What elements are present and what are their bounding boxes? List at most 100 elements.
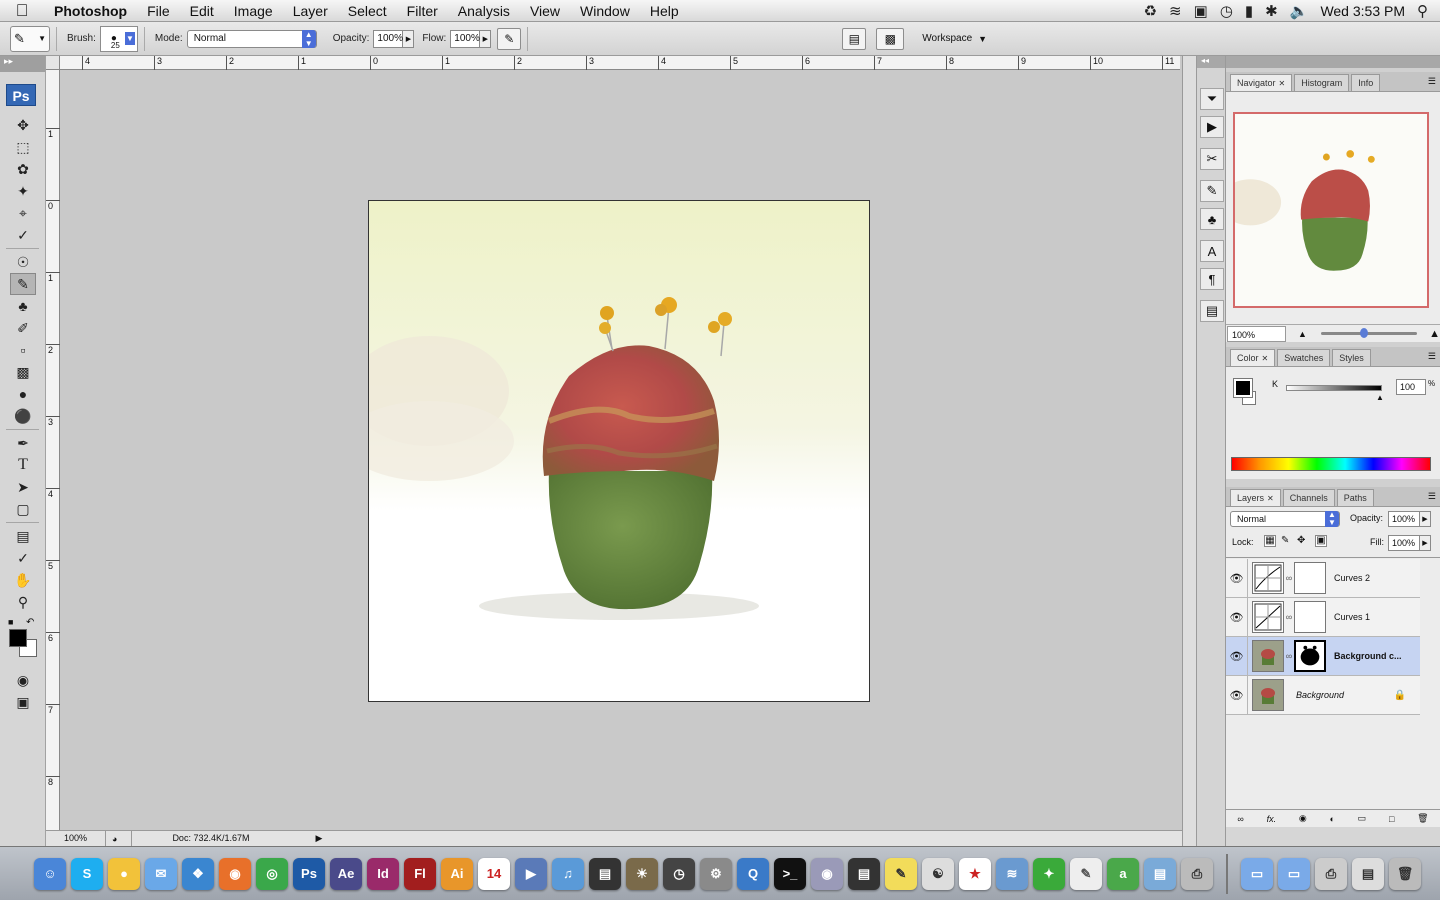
magic-wand-tool-icon[interactable]: ✦ (10, 180, 36, 202)
visibility-eye-icon[interactable]: 👁 (1226, 597, 1248, 637)
illustrator-dock-icon[interactable]: Ai (441, 857, 473, 890)
safari-icon[interactable]: ❖ (182, 857, 214, 890)
zoom-tool-icon[interactable]: ⚲ (10, 591, 36, 613)
ichat-icon[interactable]: ✉ (145, 857, 177, 890)
brush-palette-toggle[interactable]: ▤ (842, 27, 867, 50)
navigator-zoom-input[interactable]: 100% (1227, 325, 1286, 342)
menu-view[interactable]: View (520, 3, 570, 19)
after-effects-dock-icon[interactable]: Ae (330, 857, 362, 890)
history-icon[interactable]: ⏷ (1200, 88, 1224, 110)
layer-mask-thumbnail[interactable] (1294, 562, 1326, 594)
wifi-icon[interactable]: ≋ (1169, 2, 1182, 20)
workspace-menu[interactable]: Workspace ▼ (914, 33, 995, 44)
link-icon[interactable]: ∞ (1284, 612, 1294, 622)
clapper-icon[interactable]: ▤ (848, 857, 880, 890)
mode-select[interactable]: Normal ▲ ▼ (186, 29, 317, 48)
time-machine-icon[interactable]: ◷ (663, 857, 695, 890)
flash-dock-icon[interactable]: Fl (404, 857, 436, 890)
gradient-tool-icon[interactable]: ▩ (10, 361, 36, 383)
blend-mode-select[interactable]: Normal ▲ ▼ (1230, 511, 1340, 527)
cyberduck-icon[interactable]: ☯ (922, 857, 954, 890)
layer-name[interactable]: Background (1296, 690, 1344, 700)
history-brush-tool-icon[interactable]: ✐ (10, 317, 36, 339)
finder-icon[interactable]: ☺ (34, 857, 66, 890)
quicktime-icon[interactable]: Q (737, 857, 769, 890)
tool-preset-picker[interactable]: ✎ ▼ (10, 25, 50, 52)
stickies-icon[interactable]: ✎ (885, 857, 917, 890)
status-arrow-icon[interactable]: ▶ (315, 833, 322, 844)
bridge-button[interactable]: ▩ (876, 27, 905, 50)
script-editor-icon[interactable]: ▤ (1144, 857, 1176, 890)
add-mask-icon[interactable]: ◉ (1299, 813, 1307, 824)
airport-icon[interactable]: ≋ (996, 857, 1028, 890)
menu-window[interactable]: Window (570, 3, 640, 19)
foreground-color-chip[interactable] (1233, 378, 1253, 398)
path-selection-tool-icon[interactable]: ➤ (10, 476, 36, 498)
opacity-slider-button[interactable]: ▶ (403, 29, 415, 48)
strip-grip[interactable]: ◂◂ (1197, 56, 1225, 68)
tab-swatches[interactable]: Swatches (1277, 349, 1331, 366)
skype-icon[interactable]: S (71, 857, 103, 890)
dodge-tool-icon[interactable]: ⚫ (10, 405, 36, 427)
menu-layer[interactable]: Layer (283, 3, 338, 19)
move-tool-icon[interactable]: ✥ (10, 114, 36, 136)
layer-name[interactable]: Curves 2 (1334, 573, 1370, 583)
chrome-icon[interactable]: ◎ (256, 857, 288, 890)
lasso-tool-icon[interactable]: ✿ (10, 158, 36, 180)
menu-help[interactable]: Help (640, 3, 689, 19)
k-channel-input[interactable]: 100 (1396, 379, 1426, 395)
toolbox-grip[interactable]: ▸▸ (0, 56, 45, 72)
lock-pixels-icon[interactable]: ✎ (1281, 535, 1293, 547)
layer-row-background-copy[interactable]: 👁 ∞ Background c... (1226, 636, 1420, 676)
clock[interactable]: Wed 3:53 PM (1320, 3, 1405, 19)
curves-adjustment-thumbnail[interactable] (1252, 601, 1284, 633)
ruler-top[interactable]: 4 3 2 1 0 1 2 3 4 5 6 7 8 9 10 11 (60, 56, 1180, 70)
trash-icon[interactable]: 🗑 (1389, 857, 1421, 890)
menu-edit[interactable]: Edit (180, 3, 224, 19)
layer-row-curves-2[interactable]: 👁 ∞ Curves 2 (1226, 558, 1420, 598)
brushes-icon[interactable]: ✎ (1200, 180, 1224, 202)
pen-tool-icon[interactable]: ✒ (10, 432, 36, 454)
k-channel-slider[interactable] (1286, 385, 1382, 391)
image-canvas[interactable] (368, 200, 870, 702)
indesign-dock-icon[interactable]: Id (367, 857, 399, 890)
display-icon[interactable]: ▮ (1245, 2, 1253, 20)
tab-styles[interactable]: Styles (1332, 349, 1371, 366)
link-icon[interactable]: ∞ (1284, 651, 1294, 661)
network-icon[interactable]: ✦ (1033, 857, 1065, 890)
sync-icon[interactable]: ♻ (1144, 2, 1157, 20)
firefox-icon[interactable]: ◉ (219, 857, 251, 890)
bluetooth-icon[interactable]: ✱ (1265, 2, 1278, 20)
quick-mask-icon[interactable]: ◉ (10, 669, 36, 691)
marquee-tool-icon[interactable]: ⬚ (10, 136, 36, 158)
panel-menu-icon[interactable]: ☰ (1428, 351, 1436, 362)
brush-picker[interactable]: ● 25 ▼ (99, 25, 138, 52)
layer-row-background[interactable]: 👁 Background 🔒 (1226, 675, 1420, 715)
menu-image[interactable]: Image (224, 3, 283, 19)
layer-name[interactable]: Curves 1 (1334, 612, 1370, 622)
notes-tool-icon[interactable]: ▤ (10, 525, 36, 547)
foreground-color-swatch[interactable] (9, 629, 27, 647)
zoom-in-icon[interactable]: ▲ (1429, 328, 1440, 340)
terminal-icon[interactable]: >_ (774, 857, 806, 890)
iphoto-icon[interactable]: ☀ (626, 857, 658, 890)
tab-color[interactable]: Color ✕ (1230, 349, 1276, 366)
itunes-icon[interactable]: ♫ (552, 857, 584, 890)
visibility-eye-icon[interactable]: 👁 (1226, 636, 1248, 676)
downloads-icon[interactable]: ▤ (1352, 857, 1384, 890)
link-layers-icon[interactable]: ∞ (1237, 814, 1243, 824)
tab-paths[interactable]: Paths (1336, 489, 1374, 506)
amazon-icon[interactable]: a (1107, 857, 1139, 890)
flow-slider-button[interactable]: ▶ (480, 29, 492, 48)
menu-file[interactable]: File (137, 3, 180, 19)
dashboard-icon[interactable]: ▤ (589, 857, 621, 890)
brush-tool-icon[interactable]: ✎ (10, 273, 36, 295)
tab-navigator[interactable]: Navigator ✕ (1230, 74, 1293, 91)
acrobat-icon[interactable]: ★ (959, 857, 991, 890)
hand-tool-icon[interactable]: ✋ (10, 569, 36, 591)
shape-tool-icon[interactable]: ▢ (10, 498, 36, 520)
ruler-origin[interactable] (46, 56, 60, 70)
printer-icon[interactable]: ⎙ (1315, 857, 1347, 890)
apple-menu-icon[interactable]:  (0, 1, 44, 21)
healing-brush-tool-icon[interactable]: ☉ (10, 251, 36, 273)
